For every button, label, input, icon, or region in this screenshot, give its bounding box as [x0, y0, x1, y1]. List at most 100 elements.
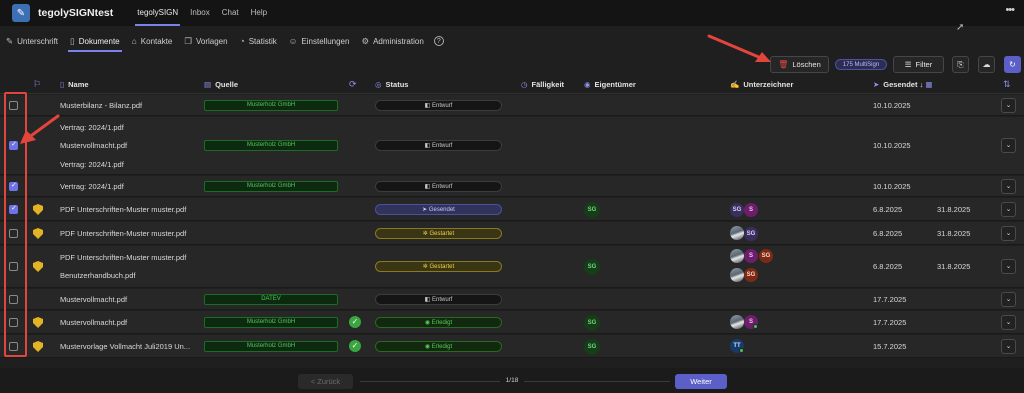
upload-button[interactable]: ☁ [978, 56, 995, 73]
nav-statistik[interactable]: ◔ Statistik [234, 31, 283, 51]
help-icon[interactable]: ? [433, 36, 444, 46]
refresh-button[interactable]: ↻ [1004, 56, 1021, 73]
filter-button[interactable]: ☰ Filter [893, 56, 944, 73]
column-label: Gesendet [883, 80, 918, 89]
calendar-icon: ▦ [925, 80, 933, 89]
status-badge: ◉ Erledigt [375, 317, 502, 328]
document-name[interactable]: Vertrag: 2024/1.pdf [60, 160, 124, 169]
document-name[interactable]: Vertrag: 2024/1.pdf [60, 182, 124, 191]
status-label: Gesendet [428, 207, 455, 213]
column-owner[interactable]: ◉ Eigentümer [584, 76, 636, 94]
templates-icon: ❐ [184, 35, 192, 46]
signer-photo-avatar [730, 315, 744, 329]
sync-icon[interactable]: ⟳ [349, 79, 357, 90]
nav-vorlagen[interactable]: ❐ Vorlagen [178, 31, 233, 51]
document-name[interactable]: PDF Unterschriften-Muster muster.pdf [60, 205, 186, 214]
more-options-icon[interactable]: ••• [1005, 4, 1015, 16]
signer-photo-avatar [730, 226, 744, 240]
nav-unterschrift[interactable]: ✎ Unterschrift [0, 31, 64, 51]
delete-label: Löschen [792, 60, 821, 69]
expand-row-button[interactable]: ⌄ [1001, 179, 1016, 194]
table-row[interactable]: Musterbilanz - Bilanz.pdf Musterholz Gmb… [0, 95, 1024, 116]
column-sent[interactable]: ➤ Gesendet ↓ ▦ [873, 76, 937, 94]
shield-column-icon[interactable]: ⚐ [33, 79, 41, 90]
tab-chat[interactable]: Chat [216, 0, 245, 26]
status-badge: ◧ Entwurf [375, 181, 502, 192]
tab-tegolysign[interactable]: tegolySIGN [131, 0, 184, 26]
document-name[interactable]: Benutzerhandbuch.pdf [60, 271, 135, 280]
table-row[interactable]: Mustervollmacht.pdf DATEV ◧ Entwurf 17.7… [0, 289, 1024, 310]
sent-date: 6.8.2025 [873, 229, 903, 238]
column-label: Quelle [215, 80, 239, 89]
document-name[interactable]: PDF Unterschriften-Muster muster.pdf [60, 253, 186, 262]
expand-row-button[interactable]: ⌄ [1001, 339, 1016, 354]
table-row[interactable]: Vertrag: 2024/1.pdf Musterholz GmbH ◧ En… [0, 176, 1024, 197]
expand-row-button[interactable]: ⌄ [1001, 292, 1016, 307]
table-row[interactable]: PDF Unterschriften-Muster muster.pdf Ben… [0, 246, 1024, 288]
status-icon: ◎ [375, 80, 382, 89]
chevron-down-icon: ⌄ [1005, 102, 1012, 109]
column-status[interactable]: ◎ Status [375, 76, 408, 94]
column-label: Eigentümer [594, 80, 636, 89]
table-row[interactable]: PDF Unterschriften-Muster muster.pdf ➤ G… [0, 198, 1024, 221]
status-badge: ✲ Gestartet [375, 261, 502, 272]
table-row[interactable]: Mustervorlage Vollmacht Juli2019 Un... M… [0, 335, 1024, 358]
export-button[interactable]: ⎘ [952, 56, 969, 73]
send-icon: ➤ [873, 80, 880, 89]
expand-row-button[interactable]: ⌄ [1001, 259, 1016, 274]
expand-row-button[interactable]: ⌄ [1001, 226, 1016, 241]
signer-avatar: S [744, 203, 758, 217]
column-source[interactable]: ▤ Quelle [204, 76, 238, 94]
upload-icon: ☁ [982, 60, 991, 69]
document-name[interactable]: Musterbilanz - Bilanz.pdf [60, 101, 142, 110]
nav-label: Dokumente [78, 36, 120, 46]
trash-icon: 🗑 [778, 60, 789, 69]
document-name[interactable]: Mustervollmacht.pdf [60, 295, 127, 304]
mouse-cursor-icon: ➚ [956, 22, 965, 33]
status-label: Erledigt [431, 344, 453, 350]
signer-icon: ✍ [730, 80, 740, 89]
user-settings-icon: ☺ [288, 36, 298, 46]
tab-inbox[interactable]: Inbox [184, 0, 216, 26]
due-date: 31.8.2025 [937, 262, 971, 271]
expand-row-button[interactable]: ⌄ [1001, 202, 1016, 217]
document-name[interactable]: PDF Unterschriften-Muster muster.pdf [60, 229, 186, 238]
nav-dokumente[interactable]: ▯ Dokumente [64, 31, 126, 52]
nav-label: Statistik [248, 36, 277, 46]
column-name[interactable]: ▯ Name [60, 76, 89, 94]
source-badge: Musterholz GmbH [204, 317, 338, 328]
expand-row-button[interactable]: ⌄ [1001, 98, 1016, 113]
table-row[interactable]: PDF Unterschriften-Muster muster.pdf ✲ G… [0, 222, 1024, 245]
signer-photo-avatar [730, 268, 744, 282]
tab-help[interactable]: Help [245, 0, 273, 26]
sync-check-icon: ✓ [349, 316, 361, 328]
column-label: Fälligkeit [531, 80, 565, 89]
nav-einstellungen[interactable]: ☺ Einstellungen [283, 31, 356, 51]
owner-avatar: SG [584, 259, 600, 275]
expand-row-button[interactable]: ⌄ [1001, 138, 1016, 153]
annotation-arrow-delete [707, 34, 771, 62]
document-name[interactable]: Mustervorlage Vollmacht Juli2019 Un... [60, 342, 190, 351]
column-label: Name [68, 80, 89, 89]
column-due[interactable]: ◷ Fälligkeit [521, 76, 564, 94]
section-nav: ✎ Unterschrift ▯ Dokumente ⌂ Kontakte ❐ Vorl… [0, 31, 444, 52]
source-badge: DATEV [204, 294, 338, 305]
nav-administration[interactable]: ⚙ Administration [355, 31, 429, 51]
column-signers[interactable]: ✍ Unterzeichner [730, 76, 793, 94]
nav-kontakte[interactable]: ⌂ Kontakte [126, 31, 179, 51]
column-settings-icon[interactable]: ⇅ [1003, 79, 1011, 90]
document-name[interactable]: Mustervollmacht.pdf [60, 318, 127, 327]
previous-page-button[interactable]: < Zurück [298, 374, 353, 389]
multisign-badge[interactable]: 175 MultiSign [835, 59, 887, 70]
table-row[interactable]: Mustervollmacht.pdf Musterholz GmbH ✓ ◉ … [0, 311, 1024, 334]
table-row[interactable]: Vertrag: 2024/1.pdf Mustervollmacht.pdf … [0, 117, 1024, 175]
delete-button[interactable]: 🗑 Löschen [770, 56, 829, 73]
signer-avatar: S [744, 249, 758, 263]
chevron-down-icon: ⌄ [1005, 230, 1012, 237]
signer-avatar: SG [744, 227, 758, 241]
expand-row-button[interactable]: ⌄ [1001, 315, 1016, 330]
document-name[interactable]: Vertrag: 2024/1.pdf [60, 123, 124, 132]
document-name[interactable]: Mustervollmacht.pdf [60, 141, 127, 150]
chevron-down-icon: ⌄ [1005, 319, 1012, 326]
next-page-button[interactable]: Weiter [675, 374, 727, 389]
